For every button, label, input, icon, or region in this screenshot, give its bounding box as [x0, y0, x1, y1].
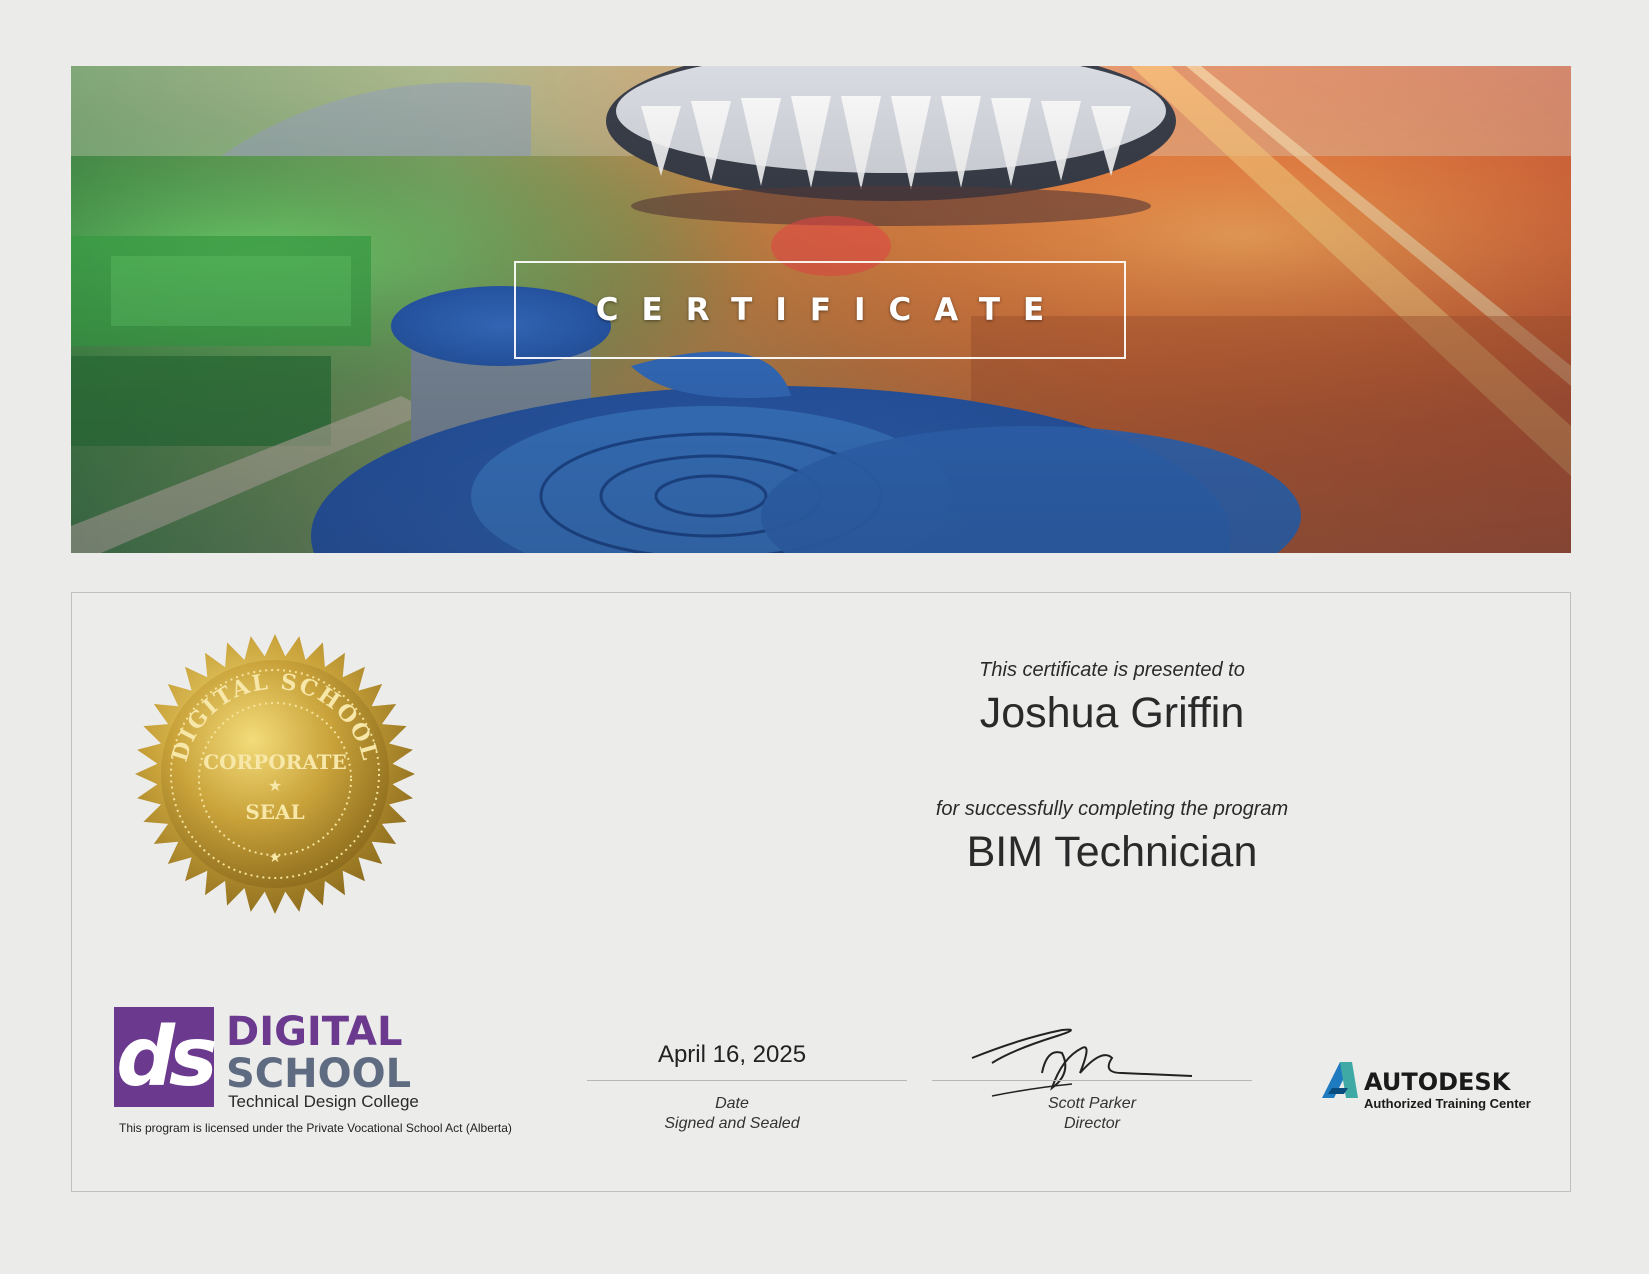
certificate-panel: DIGITAL SCHOOL CORPORATE ★ SEAL ★ This c… [71, 592, 1571, 1192]
date-line [587, 1080, 907, 1081]
issue-date: April 16, 2025 [657, 1041, 807, 1068]
presented-to-text: This certificate is presented to [979, 659, 1245, 681]
logo-line2: SCHOOL [226, 1051, 411, 1097]
logo-letters: ds [116, 1010, 215, 1105]
banner-image: CERTIFICATE [71, 66, 1571, 553]
autodesk-subtitle: Authorized Training Center [1364, 1096, 1531, 1111]
date-label: Date [715, 1095, 749, 1112]
autodesk-brand: AUTODESK [1364, 1068, 1512, 1096]
digital-school-logo: ds DIGITAL SCHOOL Technical Design Colle… [114, 1007, 419, 1111]
logo-line1: DIGITAL [226, 1009, 402, 1055]
signature-line [932, 1080, 1252, 1081]
seal-star: ★ [268, 776, 282, 795]
completion-text: for successfully completing the program [935, 798, 1289, 820]
license-text: This program is licensed under the Priva… [119, 1121, 512, 1135]
signatory-name: Scott Parker [1047, 1095, 1137, 1112]
gold-seal-icon: DIGITAL SCHOOL CORPORATE ★ SEAL ★ [135, 634, 415, 914]
logo-line3: Technical Design College [228, 1092, 419, 1111]
recipient-name: Joshua Griffin [979, 689, 1245, 737]
signatory-title: Director [1063, 1115, 1120, 1132]
autodesk-logo: AUTODESK Authorized Training Center [1322, 1062, 1531, 1111]
certificate-title-frame: CERTIFICATE [514, 261, 1126, 359]
seal-line2: SEAL [245, 800, 304, 824]
seal-bottom-star: ★ [269, 850, 282, 866]
signed-sealed-label: Signed and Sealed [664, 1115, 800, 1132]
seal-line1: CORPORATE [203, 750, 347, 774]
certificate-title: CERTIFICATE [595, 292, 1068, 328]
program-name: BIM Technician [966, 828, 1258, 876]
